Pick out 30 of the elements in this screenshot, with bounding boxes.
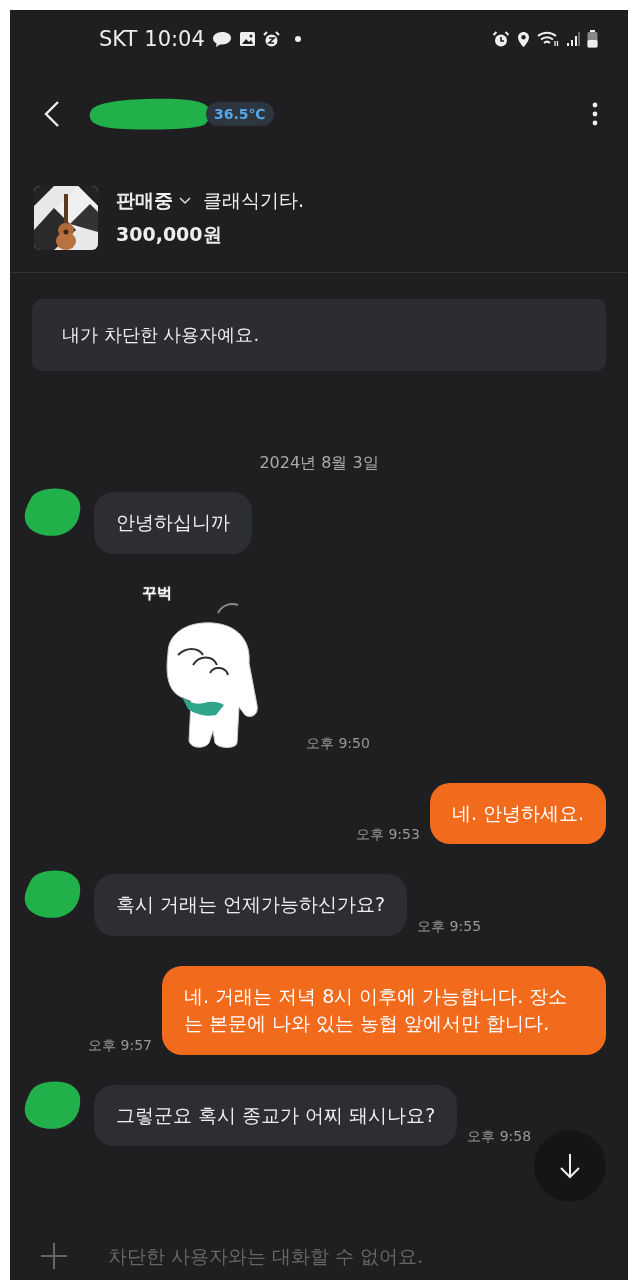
carrier-label: SKT [99, 27, 138, 51]
message-bubble: 안녕하십니까 [94, 492, 252, 554]
location-icon [517, 30, 530, 48]
blocked-notice: 내가 차단한 사용자예요. [32, 299, 606, 371]
wifi-icon [537, 31, 559, 47]
message-time: 오후 9:58 [467, 1128, 532, 1147]
signal-icon [566, 31, 580, 47]
message-time: 오후 9:55 [417, 917, 482, 936]
date-label: 2024년 8월 3일 [258, 453, 380, 474]
message-bubble: 혹시 거래는 언제가능하신가요? [94, 874, 408, 936]
message-time: 오후 9:53 [356, 826, 420, 845]
message-bubble: 네. 안녕하세요. [429, 782, 606, 845]
notification-dot-icon [294, 36, 301, 42]
clock: 10:04 [144, 27, 205, 51]
product-price: 300,000원 [116, 222, 223, 247]
sticker-caption: 꾸벅 [142, 583, 172, 603]
message-time: 오후 9:57 [88, 1036, 152, 1055]
down-arrow-icon [559, 1153, 581, 1179]
caret-icon [179, 197, 191, 205]
battery-icon [587, 30, 598, 48]
product-title: 클래식기타. [203, 188, 305, 213]
message-bubble: 네. 거래는 저녁 8시 이후에 가능합니다. 장소는 본문에 나와 있는 농협 앞에서만 합니다. [162, 965, 606, 1055]
message-bubble: 그렇군요 혹시 종교가 어찌 돼시나요? [94, 1084, 458, 1147]
alarm-icon [262, 30, 280, 48]
image-icon [238, 31, 256, 47]
alarm-clock-icon [492, 30, 510, 48]
sale-status-dropdown[interactable]: 판매중 [116, 188, 191, 214]
chat-bubble-icon [211, 30, 232, 48]
temperature-badge: 36.5℃ [206, 102, 274, 126]
message-time: 오후 9:50 [306, 734, 370, 753]
